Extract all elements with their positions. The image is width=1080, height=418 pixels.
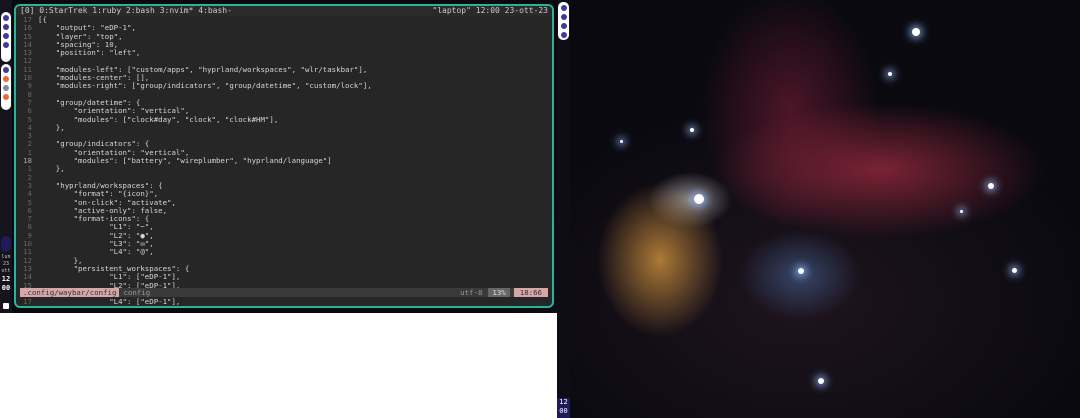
minute-label: 00 bbox=[559, 407, 568, 415]
browser-icon[interactable] bbox=[3, 24, 9, 30]
hour-label: 12 bbox=[1, 275, 11, 283]
terminal-window[interactable]: [0] 0:StarTrek 1:ruby 2:bash 3:nvim* 4:b… bbox=[14, 4, 554, 308]
line-text: "modules": ["battery", "wireplumber", "h… bbox=[38, 156, 332, 166]
indicators-group[interactable] bbox=[1, 236, 11, 252]
file-type: config bbox=[123, 288, 151, 297]
monitor-icon[interactable] bbox=[560, 32, 567, 38]
month-label: ott bbox=[1, 268, 11, 274]
settings-icon[interactable] bbox=[560, 23, 567, 29]
minute-label: 00 bbox=[1, 284, 11, 292]
line-text: }, bbox=[38, 164, 65, 174]
day-label: lun bbox=[1, 254, 11, 260]
tmux-status-bar: [0] 0:StarTrek 1:ruby 2:bash 3:nvim* 4:b… bbox=[16, 6, 552, 16]
workspace-icon[interactable] bbox=[3, 67, 9, 73]
terminal-icon[interactable] bbox=[560, 5, 567, 11]
tmux-session: [0] bbox=[20, 6, 35, 15]
file-path: .config/waybar/config bbox=[20, 288, 120, 297]
line-text: "position": "left", bbox=[38, 48, 141, 58]
hour-label: 12 bbox=[559, 398, 568, 406]
code-line: 11 "L4": "@", bbox=[16, 248, 552, 257]
line-text: "modules-right": ["group/indicators", "g… bbox=[38, 81, 372, 91]
mail-icon[interactable] bbox=[3, 33, 9, 39]
clock: 12 00 bbox=[557, 398, 570, 418]
tmux-windows[interactable]: 0:StarTrek 1:ruby 2:bash 3:nvim* 4:bash- bbox=[39, 6, 232, 15]
vim-statusline: .config/waybar/config config utf-8 13% 1… bbox=[20, 288, 548, 297]
cursor-position: 18:66 bbox=[513, 288, 548, 297]
encoding: utf-8 bbox=[460, 288, 483, 297]
code-line: 5 "modules": ["clock#day", "clock", "clo… bbox=[16, 114, 552, 124]
apps-group bbox=[558, 2, 569, 40]
browser-icon[interactable] bbox=[560, 14, 567, 20]
date-label: 23 bbox=[2, 261, 10, 267]
lock-icon[interactable] bbox=[3, 303, 9, 309]
taskbar bbox=[1, 64, 11, 110]
code-line: 17 "L4": ["eDP-1"], bbox=[16, 297, 552, 307]
left-waybar: lun 23 ott 12 00 bbox=[0, 0, 12, 313]
datetime-group: lun 23 ott 12 00 bbox=[0, 254, 12, 293]
firefox-icon[interactable] bbox=[3, 94, 9, 100]
blank-area bbox=[0, 313, 557, 418]
line-text: "L4": ["eDP-1"], bbox=[38, 297, 181, 307]
code-line: 18 "modules": ["battery", "wireplumber",… bbox=[16, 156, 552, 166]
code-line: 9 "modules-right": ["group/indicators", … bbox=[16, 81, 552, 91]
app-icon[interactable] bbox=[3, 85, 9, 91]
code-line: 4 }, bbox=[16, 122, 552, 132]
line-number: 17 bbox=[23, 297, 32, 307]
code-line: 13 "position": "left", bbox=[16, 48, 552, 58]
code-line: 1 }, bbox=[16, 164, 552, 174]
tmux-host-time: "laptop" 12:00 23-ott-23 bbox=[432, 6, 548, 15]
right-waybar: 12 00 bbox=[557, 0, 570, 418]
terminal-icon[interactable] bbox=[3, 15, 9, 21]
firefox-icon[interactable] bbox=[3, 76, 9, 82]
line-text: "modules": ["clock#day", "clock", "clock… bbox=[38, 114, 279, 124]
files-icon[interactable] bbox=[3, 42, 9, 48]
scroll-percent: 13% bbox=[488, 288, 510, 297]
code-editor[interactable]: 17[{16 "output": "eDP-1", 15 "layer": "to… bbox=[16, 15, 552, 307]
line-text: }, bbox=[38, 122, 65, 132]
apps-group bbox=[1, 12, 11, 62]
